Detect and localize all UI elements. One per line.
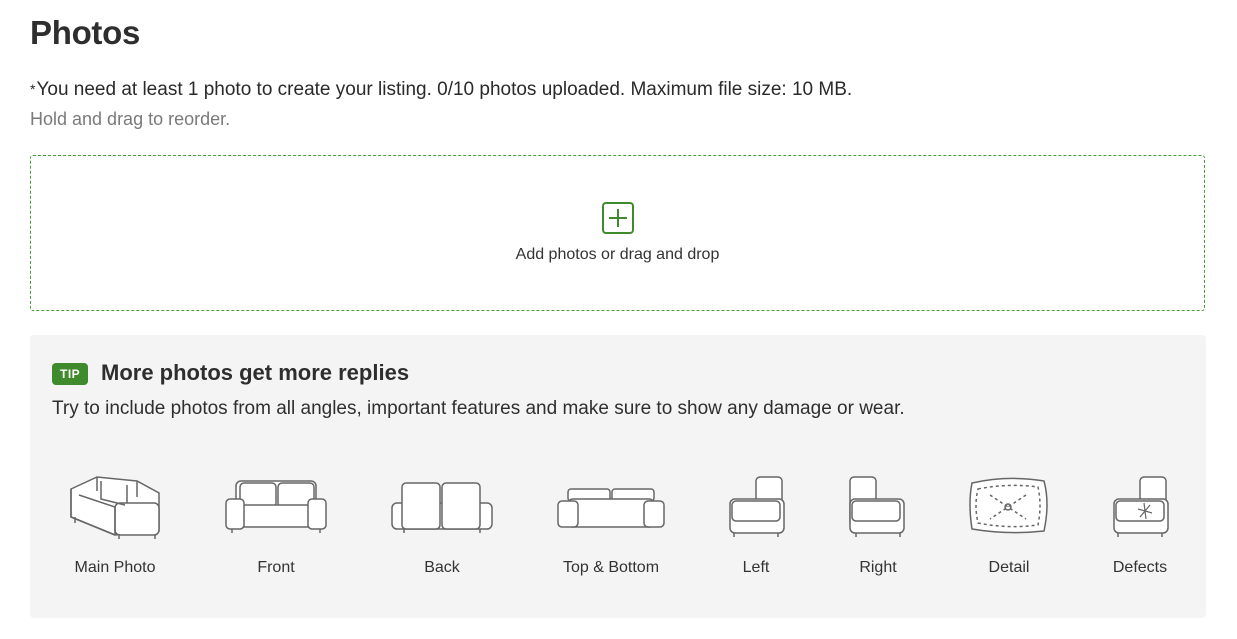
sofa-back-icon — [391, 482, 493, 533]
tip-badge: TIP — [52, 363, 89, 385]
angle-label: Top & Bottom — [562, 559, 660, 576]
page-title: Photos — [30, 14, 141, 51]
angle-right: Right — [848, 473, 908, 576]
angle-left: Left — [726, 473, 786, 576]
sofa-right-icon — [849, 476, 905, 537]
sofa-main-icon — [70, 476, 160, 539]
required-star: * — [30, 81, 36, 97]
angle-label: Right — [859, 559, 897, 576]
photo-requirement: *You need at least 1 photo to create you… — [30, 79, 852, 101]
angle-front: Front — [223, 473, 329, 576]
sofa-front-icon — [225, 480, 327, 533]
photo-dropzone[interactable]: Add photos or drag and drop — [30, 155, 1205, 311]
tip-text: Try to include photos from all angles, i… — [52, 398, 905, 419]
requirement-text: You need at least 1 photo to create your… — [36, 79, 853, 100]
angle-label: Back — [424, 559, 460, 576]
sofa-detail-icon — [969, 477, 1048, 534]
angle-top-bottom: Top & Bottom — [556, 473, 666, 576]
angle-detail: Detail — [968, 473, 1050, 576]
tip-title: More photos get more replies — [101, 360, 410, 385]
angle-back: Back — [390, 473, 494, 576]
tip-panel: TIP More photos get more replies Try to … — [30, 335, 1206, 618]
reorder-hint: Hold and drag to reorder. — [30, 109, 231, 129]
angle-label: Detail — [988, 559, 1030, 576]
angle-label: Left — [742, 559, 770, 576]
sofa-left-icon — [729, 476, 785, 537]
add-photos-label: Add photos or drag and drop — [515, 246, 720, 263]
sofa-top-icon — [557, 488, 665, 528]
angle-main-photo: Main Photo — [65, 473, 165, 576]
sofa-defects-icon — [1113, 476, 1169, 537]
angle-label: Defects — [1112, 559, 1168, 576]
angle-defects: Defects — [1110, 473, 1170, 576]
angle-label: Front — [257, 559, 295, 576]
angle-label: Main Photo — [74, 559, 156, 576]
plus-square-icon — [602, 202, 634, 234]
